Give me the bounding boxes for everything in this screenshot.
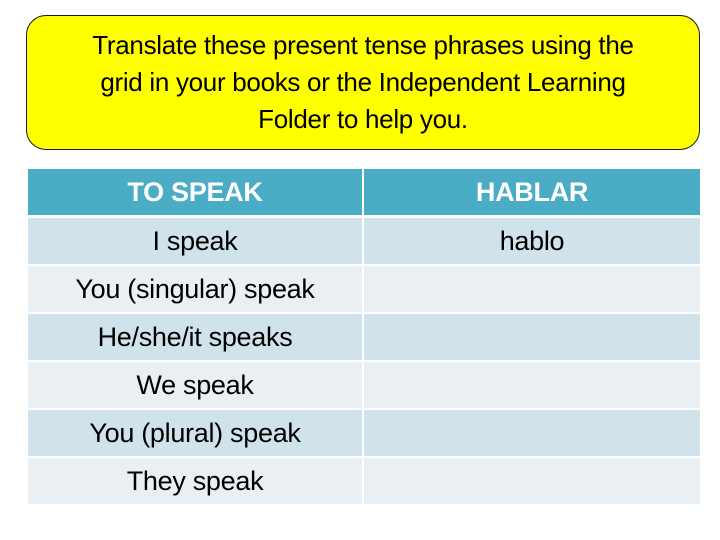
english-cell: We speak: [28, 362, 363, 410]
spanish-cell[interactable]: [363, 314, 700, 362]
table-row: We speak: [28, 362, 700, 410]
spanish-cell[interactable]: [363, 458, 700, 506]
english-cell: He/she/it speaks: [28, 314, 363, 362]
table-row: You (plural) speak: [28, 410, 700, 458]
header-english: TO SPEAK: [28, 169, 363, 218]
table-header-row: TO SPEAK HABLAR: [28, 169, 700, 218]
table-row: He/she/it speaks: [28, 314, 700, 362]
english-cell: You (singular) speak: [28, 266, 363, 314]
english-cell: They speak: [28, 458, 363, 506]
instruction-box: Translate these present tense phrases us…: [26, 15, 700, 150]
instruction-line: grid in your books or the Independent Le…: [100, 67, 626, 97]
english-cell: I speak: [28, 218, 363, 266]
spanish-cell[interactable]: [363, 266, 700, 314]
table-row: You (singular) speak: [28, 266, 700, 314]
instruction-line: Folder to help you.: [258, 104, 468, 134]
header-spanish: HABLAR: [363, 169, 700, 218]
english-cell: You (plural) speak: [28, 410, 363, 458]
instruction-line: Translate these present tense phrases us…: [92, 30, 634, 60]
spanish-cell[interactable]: [363, 410, 700, 458]
table-row: They speak: [28, 458, 700, 506]
table-row: I speak hablo: [28, 218, 700, 266]
spanish-cell[interactable]: hablo: [363, 218, 700, 266]
spanish-cell[interactable]: [363, 362, 700, 410]
conjugation-table: TO SPEAK HABLAR I speak hablo You (singu…: [28, 169, 700, 506]
